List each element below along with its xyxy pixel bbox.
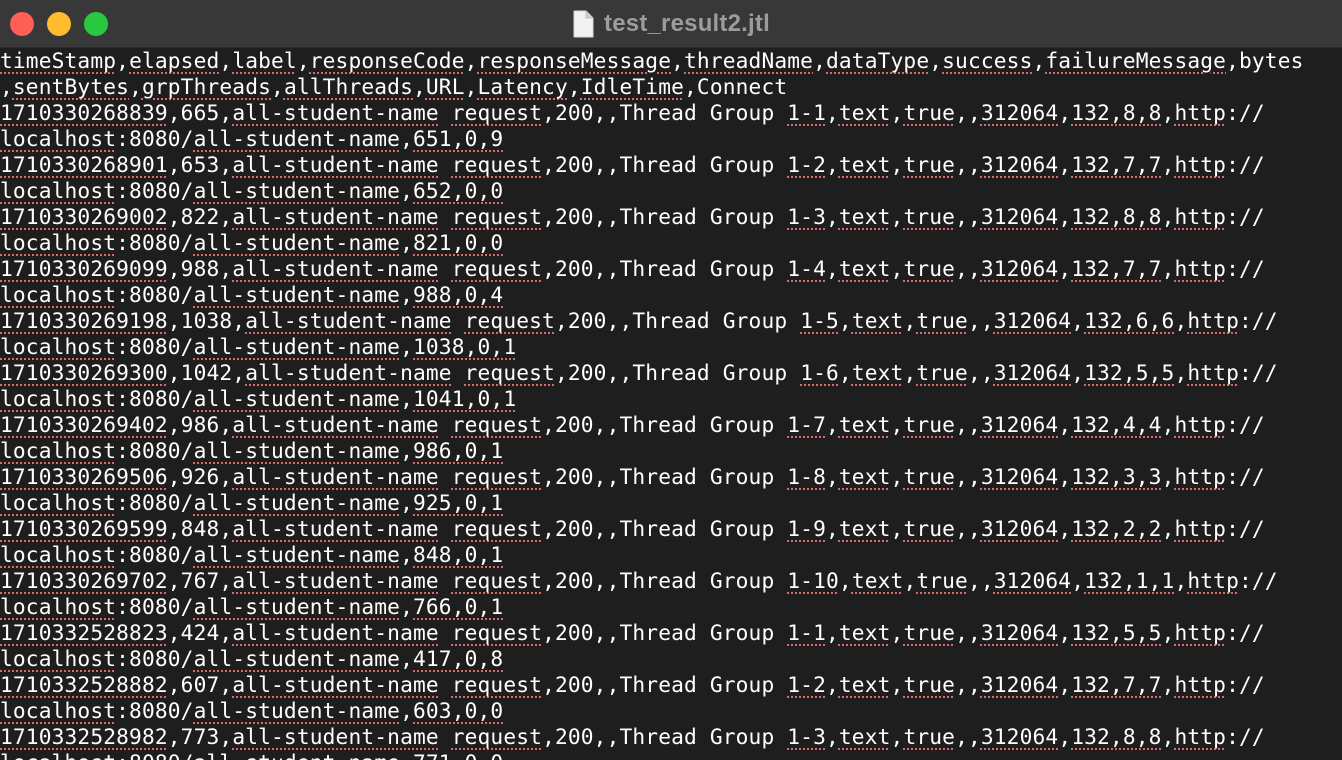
text-line: localhost:8080/all-student-name,771,0,0	[0, 750, 1342, 760]
text-line: 1710332528982,773,all-student-name reque…	[0, 724, 1265, 749]
text-line: 1710330268901,653,all-student-name reque…	[0, 152, 1265, 177]
text-line: localhost:8080/all-student-name,986,0,1	[0, 438, 504, 463]
text-line: 1710330268839,665,all-student-name reque…	[0, 100, 1265, 125]
text-line: 1710330269599,848,all-student-name reque…	[0, 516, 1265, 541]
text-line: localhost:8080/all-student-name,848,0,1	[0, 542, 504, 567]
text-line: 1710330269099,988,all-student-name reque…	[0, 256, 1265, 281]
text-line: 1710332528882,607,all-student-name reque…	[0, 672, 1265, 697]
document-icon	[572, 10, 594, 38]
text-line: 1710332528823,424,all-student-name reque…	[0, 620, 1265, 645]
window-title-group: test_result2.jtl	[0, 0, 1342, 47]
text-line: 1710330269002,822,all-student-name reque…	[0, 204, 1265, 229]
title-bar[interactable]: test_result2.jtl	[0, 0, 1342, 48]
text-line: localhost:8080/all-student-name,651,0,9	[0, 126, 504, 151]
file-text-content[interactable]: timeStamp,elapsed,label,responseCode,res…	[0, 48, 1342, 760]
text-line: 1710330269506,926,all-student-name reque…	[0, 464, 1265, 489]
text-line: localhost:8080/all-student-name,925,0,1	[0, 490, 504, 515]
text-line: 1710330269198,1038,all-student-name requ…	[0, 308, 1278, 333]
text-line: localhost:8080/all-student-name,988,0,4	[0, 282, 504, 307]
text-line: localhost:8080/all-student-name,1038,0,1	[0, 334, 517, 359]
text-line: localhost:8080/all-student-name,766,0,1	[0, 594, 504, 619]
text-line: localhost:8080/all-student-name,417,0,8	[0, 646, 504, 671]
text-line: 1710330269300,1042,all-student-name requ…	[0, 360, 1278, 385]
text-line: ,sentBytes,grpThreads,allThreads,URL,Lat…	[0, 74, 788, 99]
text-line: localhost:8080/all-student-name,1041,0,1	[0, 386, 517, 411]
window-title: test_result2.jtl	[604, 9, 770, 37]
text-line: 1710330269402,986,all-student-name reque…	[0, 412, 1265, 437]
text-line: localhost:8080/all-student-name,821,0,0	[0, 230, 504, 255]
editor-window: test_result2.jtl timeStamp,elapsed,label…	[0, 0, 1342, 760]
text-line: localhost:8080/all-student-name,652,0,0	[0, 178, 504, 203]
text-line: 1710330269702,767,all-student-name reque…	[0, 568, 1278, 593]
text-line: timeStamp,elapsed,label,responseCode,res…	[0, 48, 1304, 73]
text-line: localhost:8080/all-student-name,603,0,0	[0, 698, 504, 723]
